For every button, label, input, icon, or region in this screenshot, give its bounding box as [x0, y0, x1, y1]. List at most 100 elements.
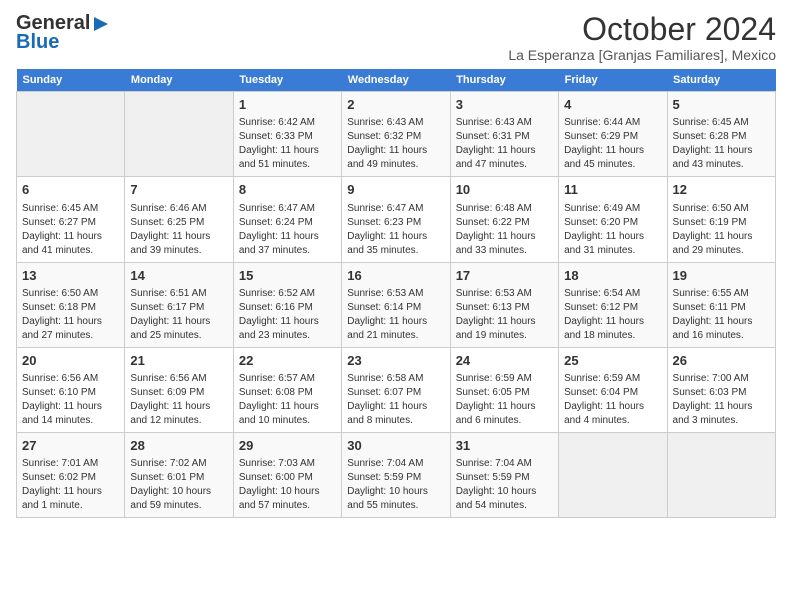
page: General Blue October 2024 La Esperanza […	[0, 0, 792, 612]
day-info: Sunset: 6:04 PM	[564, 386, 661, 400]
day-info: Sunrise: 6:43 AM	[456, 116, 553, 130]
calendar-cell: 7Sunrise: 6:46 AMSunset: 6:25 PMDaylight…	[125, 177, 233, 262]
day-info: Sunset: 6:28 PM	[673, 130, 770, 144]
weekday-header-monday: Monday	[125, 69, 233, 92]
day-info: Daylight: 11 hours and 45 minutes.	[564, 144, 661, 172]
day-number: 25	[564, 352, 661, 370]
day-info: Sunset: 6:29 PM	[564, 130, 661, 144]
weekday-header-saturday: Saturday	[667, 69, 775, 92]
day-number: 12	[673, 181, 770, 199]
title-block: October 2024 La Esperanza [Granjas Famil…	[508, 12, 776, 63]
day-info: Sunrise: 6:52 AM	[239, 287, 336, 301]
weekday-header-tuesday: Tuesday	[233, 69, 341, 92]
day-info: Sunset: 6:02 PM	[22, 471, 119, 485]
day-number: 30	[347, 437, 444, 455]
calendar-cell: 15Sunrise: 6:52 AMSunset: 6:16 PMDayligh…	[233, 262, 341, 347]
day-info: Sunset: 6:16 PM	[239, 301, 336, 315]
calendar-cell: 24Sunrise: 6:59 AMSunset: 6:05 PMDayligh…	[450, 347, 558, 432]
calendar-cell	[667, 432, 775, 517]
day-info: Sunrise: 6:43 AM	[347, 116, 444, 130]
weekday-header-friday: Friday	[559, 69, 667, 92]
calendar-cell	[125, 92, 233, 177]
calendar-cell: 27 Sunrise: 7:01 AMSunset: 6:02 PMDayligh…	[17, 432, 125, 517]
day-number: 28	[130, 437, 227, 455]
day-info: Sunrise: 7:03 AM	[239, 457, 336, 471]
calendar-cell: 31Sunrise: 7:04 AMSunset: 5:59 PMDayligh…	[450, 432, 558, 517]
calendar-cell	[559, 432, 667, 517]
day-info: Daylight: 11 hours and 19 minutes.	[456, 315, 553, 343]
day-info: Sunrise: 6:59 AM	[564, 372, 661, 386]
day-number: 8	[239, 181, 336, 199]
calendar-cell: 9Sunrise: 6:47 AMSunset: 6:23 PMDaylight…	[342, 177, 450, 262]
day-number: 1	[239, 96, 336, 114]
day-info: Sunrise: 6:44 AM	[564, 116, 661, 130]
day-number: 20	[22, 352, 119, 370]
day-info: Daylight: 11 hours and 47 minutes.	[456, 144, 553, 172]
calendar-cell: 23Sunrise: 6:58 AMSunset: 6:07 PMDayligh…	[342, 347, 450, 432]
day-info: Sunrise: 6:58 AM	[347, 372, 444, 386]
day-info: Sunset: 5:59 PM	[347, 471, 444, 485]
day-info: Sunrise: 6:56 AM	[22, 372, 119, 386]
calendar-cell: 1Sunrise: 6:42 AMSunset: 6:33 PMDaylight…	[233, 92, 341, 177]
day-number: 3	[456, 96, 553, 114]
calendar-cell: 3Sunrise: 6:43 AMSunset: 6:31 PMDaylight…	[450, 92, 558, 177]
day-info: Sunset: 6:11 PM	[673, 301, 770, 315]
calendar-cell: 30Sunrise: 7:04 AMSunset: 5:59 PMDayligh…	[342, 432, 450, 517]
day-number: 22	[239, 352, 336, 370]
day-info: Sunrise: 6:50 AM	[22, 287, 119, 301]
day-info: Daylight: 11 hours and 33 minutes.	[456, 230, 553, 258]
calendar-subtitle: La Esperanza [Granjas Familiares], Mexic…	[508, 47, 776, 63]
weekday-header-wednesday: Wednesday	[342, 69, 450, 92]
day-info: Sunset: 6:17 PM	[130, 301, 227, 315]
day-info: Sunset: 6:08 PM	[239, 386, 336, 400]
calendar-cell: 29Sunrise: 7:03 AMSunset: 6:00 PMDayligh…	[233, 432, 341, 517]
day-info: Sunrise: 6:47 AM	[239, 202, 336, 216]
day-info: Daylight: 10 hours and 54 minutes.	[456, 485, 553, 513]
day-info: Sunrise: 6:51 AM	[130, 287, 227, 301]
day-info: Daylight: 11 hours and 4 minutes.	[564, 400, 661, 428]
day-info: Sunrise: 6:53 AM	[456, 287, 553, 301]
header: General Blue October 2024 La Esperanza […	[16, 12, 776, 63]
day-number: 27	[22, 437, 119, 455]
day-info: Sunset: 6:10 PM	[22, 386, 119, 400]
day-info: Sunrise: 7:01 AM	[22, 457, 119, 471]
logo: General Blue	[16, 12, 110, 54]
calendar-cell: 25 Sunrise: 6:59 AMSunset: 6:04 PMDayligh…	[559, 347, 667, 432]
day-info: Daylight: 11 hours and 35 minutes.	[347, 230, 444, 258]
calendar-cell: 28Sunrise: 7:02 AMSunset: 6:01 PMDayligh…	[125, 432, 233, 517]
day-info: Daylight: 11 hours and 51 minutes.	[239, 144, 336, 172]
day-info: Sunset: 6:12 PM	[564, 301, 661, 315]
calendar-cell: 14Sunrise: 6:51 AMSunset: 6:17 PMDayligh…	[125, 262, 233, 347]
day-number: 4	[564, 96, 661, 114]
day-info: Sunrise: 6:56 AM	[130, 372, 227, 386]
calendar-cell: 10Sunrise: 6:48 AMSunset: 6:22 PMDayligh…	[450, 177, 558, 262]
day-info: Sunrise: 6:48 AM	[456, 202, 553, 216]
day-info: Daylight: 11 hours and 18 minutes.	[564, 315, 661, 343]
day-info: Sunrise: 6:57 AM	[239, 372, 336, 386]
day-info: Daylight: 11 hours and 1 minute.	[22, 485, 119, 513]
day-info: Sunrise: 6:55 AM	[673, 287, 770, 301]
day-number: 7	[130, 181, 227, 199]
day-number: 9	[347, 181, 444, 199]
day-info: Daylight: 11 hours and 37 minutes.	[239, 230, 336, 258]
calendar-cell: 22Sunrise: 6:57 AMSunset: 6:08 PMDayligh…	[233, 347, 341, 432]
day-info: Daylight: 11 hours and 49 minutes.	[347, 144, 444, 172]
day-info: Sunrise: 6:54 AM	[564, 287, 661, 301]
day-info: Sunset: 6:27 PM	[22, 216, 119, 230]
day-info: Sunrise: 6:42 AM	[239, 116, 336, 130]
day-number: 2	[347, 96, 444, 114]
day-info: Sunset: 6:07 PM	[347, 386, 444, 400]
day-info: Sunrise: 6:46 AM	[130, 202, 227, 216]
day-number: 17	[456, 267, 553, 285]
calendar-cell: 5Sunrise: 6:45 AMSunset: 6:28 PMDaylight…	[667, 92, 775, 177]
day-info: Daylight: 11 hours and 29 minutes.	[673, 230, 770, 258]
day-info: Sunrise: 7:02 AM	[130, 457, 227, 471]
calendar-cell: 20Sunrise: 6:56 AMSunset: 6:10 PMDayligh…	[17, 347, 125, 432]
day-info: Sunset: 6:09 PM	[130, 386, 227, 400]
day-info: Daylight: 11 hours and 8 minutes.	[347, 400, 444, 428]
calendar-cell: 4 Sunrise: 6:44 AMSunset: 6:29 PMDaylight…	[559, 92, 667, 177]
calendar-cell: 21Sunrise: 6:56 AMSunset: 6:09 PMDayligh…	[125, 347, 233, 432]
calendar-cell: 18Sunrise: 6:54 AMSunset: 6:12 PMDayligh…	[559, 262, 667, 347]
calendar-week-row: 13Sunrise: 6:50 AMSunset: 6:18 PMDayligh…	[17, 262, 776, 347]
calendar-cell: 6Sunrise: 6:45 AMSunset: 6:27 PMDaylight…	[17, 177, 125, 262]
